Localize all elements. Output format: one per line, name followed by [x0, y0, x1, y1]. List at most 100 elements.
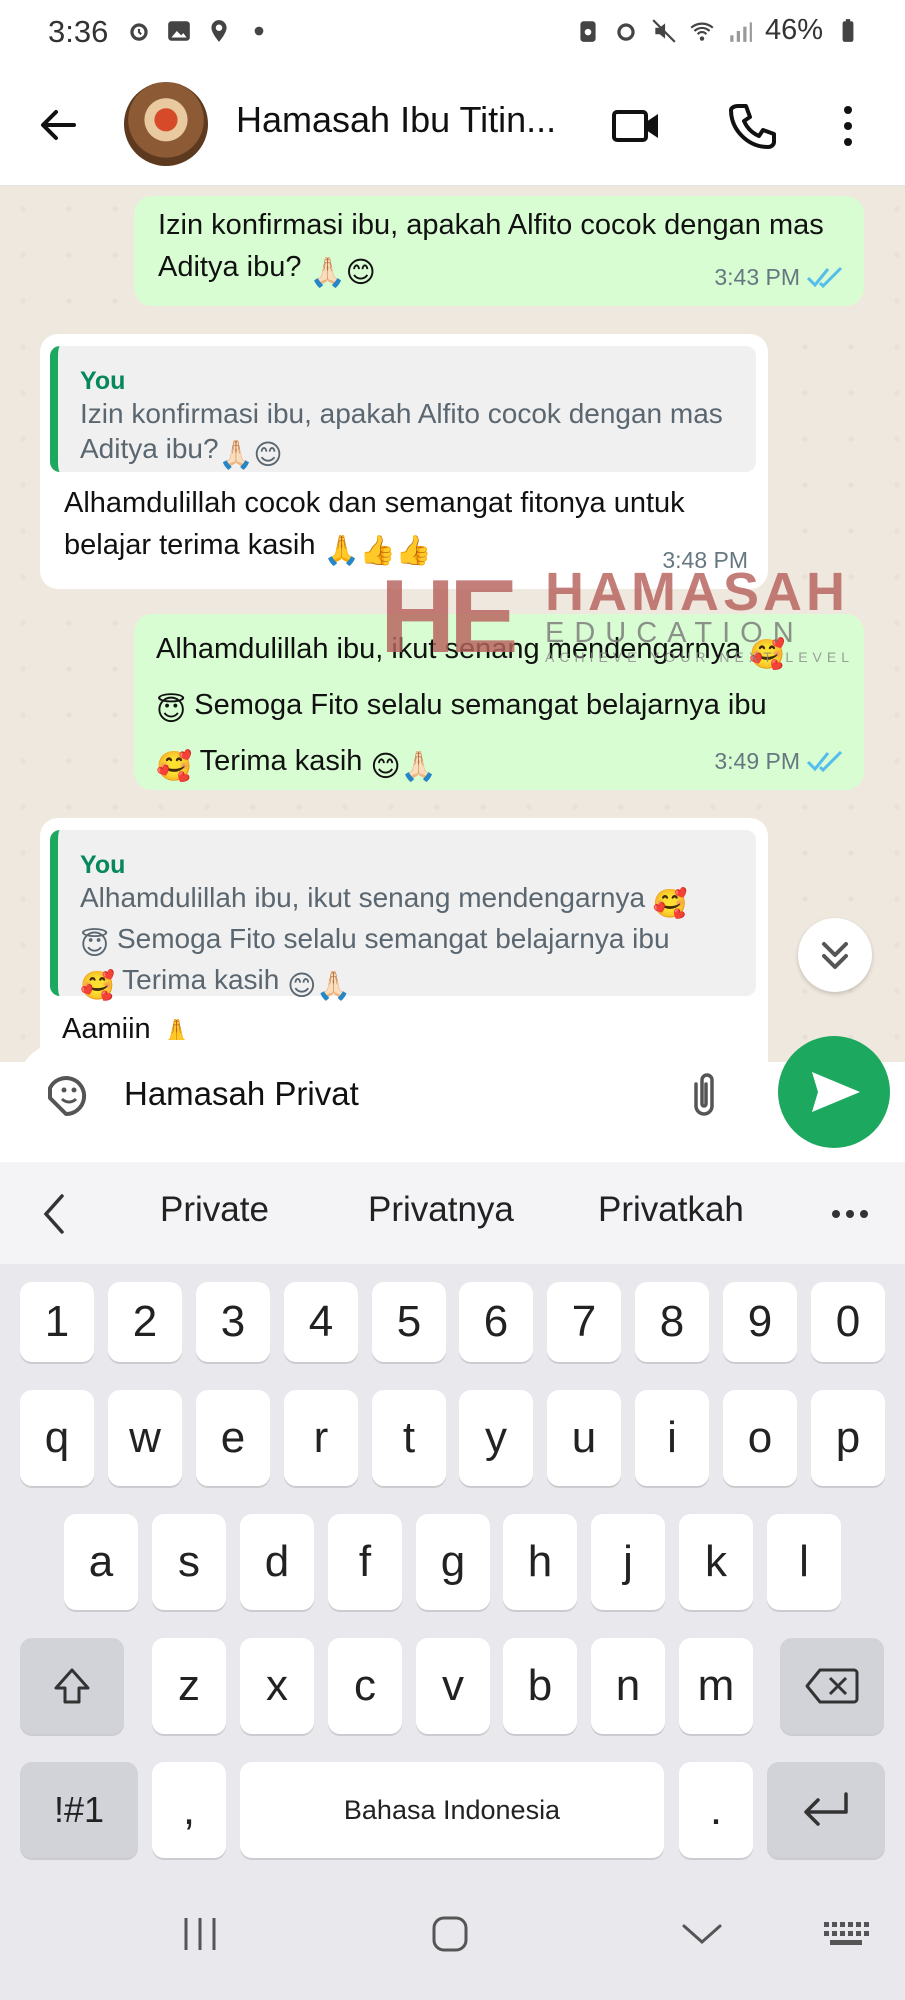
message-composer — [14, 1040, 762, 1148]
chat-area[interactable]: Izin konfirmasi ibu, apakah Alfito cocok… — [0, 186, 905, 1062]
key-j[interactable]: j — [591, 1514, 665, 1610]
key-k[interactable]: k — [679, 1514, 753, 1610]
suggestion-3[interactable]: Privatkah — [598, 1190, 744, 1230]
keyboard: 1 2 3 4 5 6 7 8 9 0 q w e r t y u i o p … — [0, 1264, 905, 1866]
chat-title[interactable]: Hamasah Ibu Titin... — [236, 99, 566, 141]
message-bubble-incoming[interactable]: You Izin konfirmasi ibu, apakah Alfito c… — [40, 334, 768, 589]
key-c[interactable]: c — [328, 1638, 402, 1734]
key-f[interactable]: f — [328, 1514, 402, 1610]
space-key[interactable]: Bahasa Indonesia — [240, 1762, 664, 1858]
key-v[interactable]: v — [416, 1638, 490, 1734]
key-3[interactable]: 3 — [196, 1282, 270, 1362]
keyboard-suggestions: Private Privatnya Privatkah — [0, 1162, 905, 1264]
key-l[interactable]: l — [767, 1514, 841, 1610]
chevron-down-icon[interactable] — [672, 1906, 732, 1962]
sticker-icon[interactable] — [42, 1068, 94, 1120]
keyboard-icon[interactable] — [816, 1906, 876, 1962]
quoted-message[interactable]: You Alhamdulillah ibu, ikut senang mende… — [50, 830, 756, 1001]
battery-saver-icon — [580, 20, 596, 42]
message-time: 3:48 PM — [662, 547, 748, 573]
key-d[interactable]: d — [240, 1514, 314, 1610]
suggestion-1[interactable]: Private — [160, 1190, 269, 1230]
key-p[interactable]: p — [811, 1390, 885, 1486]
back-arrow-icon[interactable] — [34, 100, 84, 150]
emoji-smiling-hearts: 🥰 — [156, 751, 193, 783]
chevron-left-icon[interactable] — [38, 1190, 70, 1238]
wifi-icon — [690, 22, 714, 41]
key-o[interactable]: o — [723, 1390, 797, 1486]
enter-key[interactable] — [767, 1762, 885, 1858]
key-4[interactable]: 4 — [284, 1282, 358, 1362]
recent-apps-icon[interactable] — [170, 1906, 230, 1962]
shift-key[interactable] — [20, 1638, 124, 1734]
key-7[interactable]: 7 — [547, 1282, 621, 1362]
key-1[interactable]: 1 — [20, 1282, 94, 1362]
key-6[interactable]: 6 — [459, 1282, 533, 1362]
message-bubble-incoming[interactable]: You Alhamdulillah ibu, ikut senang mende… — [40, 818, 768, 1062]
key-0[interactable]: 0 — [811, 1282, 885, 1362]
key-g[interactable]: g — [416, 1514, 490, 1610]
message-bubble-outgoing[interactable]: Alhamdulillah ibu, ikut senang mendengar… — [134, 614, 864, 790]
key-m[interactable]: m — [679, 1638, 753, 1734]
key-z[interactable]: z — [152, 1638, 226, 1734]
scroll-to-bottom-button[interactable] — [798, 918, 872, 992]
status-left-icons — [126, 18, 272, 44]
message-emoji: 🙏👍👍 — [323, 535, 432, 567]
key-2[interactable]: 2 — [108, 1282, 182, 1362]
message-input[interactable] — [124, 1066, 684, 1122]
key-s[interactable]: s — [152, 1514, 226, 1610]
emoji-halo: 😇 — [156, 695, 187, 727]
paperclip-icon[interactable] — [682, 1066, 726, 1122]
more-vert-icon[interactable] — [830, 98, 866, 154]
key-y[interactable]: y — [459, 1390, 533, 1486]
alarm-icon — [617, 22, 635, 41]
period-key[interactable]: . — [679, 1762, 753, 1858]
gallery-icon — [168, 21, 190, 41]
enter-icon — [804, 1792, 848, 1826]
emoji-smiling-hearts: 🥰 — [749, 639, 786, 671]
quoted-message[interactable]: You Izin konfirmasi ibu, apakah Alfito c… — [50, 346, 756, 472]
symbols-key[interactable]: !#1 — [20, 1762, 138, 1858]
send-icon — [812, 1072, 860, 1112]
suggestion-2[interactable]: Privatnya — [368, 1190, 514, 1230]
key-r[interactable]: r — [284, 1390, 358, 1486]
double-check-icon — [806, 750, 843, 773]
key-9[interactable]: 9 — [723, 1282, 797, 1362]
message-bubble-outgoing[interactable]: Izin konfirmasi ibu, apakah Alfito cocok… — [134, 196, 864, 306]
key-u[interactable]: u — [547, 1390, 621, 1486]
key-a[interactable]: a — [64, 1514, 138, 1610]
key-t[interactable]: t — [372, 1390, 446, 1486]
key-x[interactable]: x — [240, 1638, 314, 1734]
dot-icon — [254, 26, 264, 36]
avatar[interactable] — [124, 82, 208, 166]
double-check-icon — [806, 266, 843, 289]
alarm-icon — [130, 23, 148, 41]
battery-icon — [842, 18, 854, 42]
signal-icon — [730, 21, 752, 42]
key-h[interactable]: h — [503, 1514, 577, 1610]
key-8[interactable]: 8 — [635, 1282, 709, 1362]
phone-icon[interactable] — [724, 98, 780, 154]
more-horiz-icon[interactable] — [826, 1190, 874, 1238]
key-n[interactable]: n — [591, 1638, 665, 1734]
quote-text: Alhamdulillah ibu, ikut senang mendengar… — [80, 882, 688, 1001]
key-e[interactable]: e — [196, 1390, 270, 1486]
key-q[interactable]: q — [20, 1390, 94, 1486]
comma-key[interactable]: , — [152, 1762, 226, 1858]
backspace-icon — [805, 1668, 859, 1704]
key-b[interactable]: b — [503, 1638, 577, 1734]
mute-icon — [652, 18, 676, 43]
key-i[interactable]: i — [635, 1390, 709, 1486]
send-button[interactable] — [778, 1036, 890, 1148]
home-icon[interactable] — [420, 1906, 480, 1962]
status-right-icons: 46% — [575, 14, 861, 47]
emoji-halo: 😇 — [80, 929, 110, 960]
key-5[interactable]: 5 — [372, 1282, 446, 1362]
video-call-icon[interactable] — [608, 98, 664, 154]
navigation-bar — [0, 1866, 905, 2000]
key-w[interactable]: w — [108, 1390, 182, 1486]
status-time: 3:36 — [48, 14, 109, 49]
quote-text: Izin konfirmasi ibu, apakah Alfito cocok… — [80, 398, 723, 470]
backspace-key[interactable] — [780, 1638, 884, 1734]
message-time: 3:49 PM — [714, 740, 848, 782]
